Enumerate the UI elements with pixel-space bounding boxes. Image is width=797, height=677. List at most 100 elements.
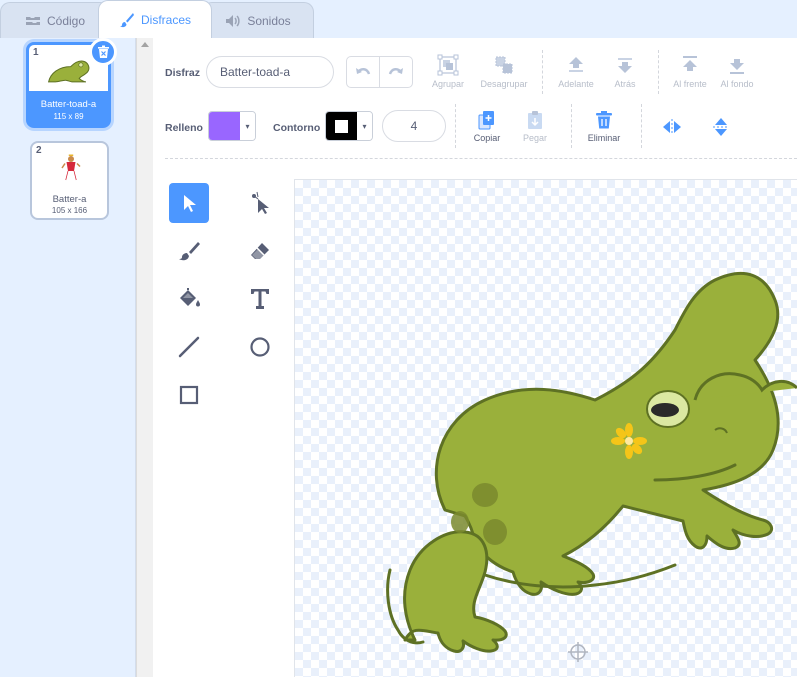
outline-width-input[interactable]: 4 (382, 110, 446, 142)
forward-button[interactable]: Adelante (553, 54, 599, 89)
forward-label: Adelante (558, 79, 594, 89)
circle-tool[interactable] (240, 327, 280, 367)
fill-label: Relleno (165, 122, 203, 134)
tab-sounds-label: Sonidos (247, 13, 291, 28)
redo-button[interactable] (379, 56, 413, 88)
toolbar-divider (641, 104, 642, 148)
backward-label: Atrás (614, 79, 636, 89)
tab-code-label: Código (46, 13, 86, 28)
group-label: Agrupar (431, 79, 465, 89)
toad-thumbnail (47, 60, 90, 83)
speaker-icon (226, 14, 240, 27)
canvas-center-crosshair (568, 642, 588, 662)
trash-icon (97, 45, 109, 58)
flip-horizontal-icon (663, 119, 681, 135)
delete-button[interactable]: Eliminar (581, 110, 627, 143)
fill-color-swatch (209, 112, 240, 140)
caret-down-icon: ▾ (357, 112, 372, 140)
outline-color-swatch (326, 112, 357, 140)
undo-button[interactable] (346, 56, 380, 88)
paint-editor: Disfraz Batter-toad-a Agrupar Desagrupar… (153, 38, 797, 677)
copy-button[interactable]: Copiar (467, 110, 507, 143)
arrow-to-top-icon (683, 56, 697, 71)
caret-down-icon: ▾ (240, 112, 255, 140)
code-blocks-icon (25, 16, 40, 25)
toolbar-separator (165, 158, 797, 159)
costume-number: 2 (36, 145, 42, 156)
costume-size: 115 x 89 (53, 112, 84, 121)
batter-thumbnail (61, 154, 81, 181)
back-label: Al fondo (720, 79, 754, 89)
eraser-icon (251, 243, 269, 259)
brush-icon (179, 242, 200, 261)
tab-sounds[interactable]: Sonidos (202, 2, 314, 38)
outline-label: Contorno (273, 122, 321, 134)
brush-tool[interactable] (169, 231, 209, 271)
costume-name: Batter-toad-a (40, 99, 97, 110)
flip-vertical-icon (713, 118, 729, 136)
costume-list-scrollbar[interactable] (136, 38, 153, 677)
costume-name-value: Batter-toad-a (220, 65, 291, 79)
toolbar-divider (542, 50, 543, 94)
editor-tabs-bar: Código Disfraces Sonidos (0, 0, 797, 38)
costume-name-input[interactable]: Batter-toad-a (206, 56, 334, 88)
scroll-up-arrow[interactable] (141, 42, 149, 47)
rectangle-icon (179, 385, 199, 405)
costume-list (0, 38, 136, 677)
eraser-tool[interactable] (240, 231, 280, 271)
front-button[interactable]: Al frente (667, 54, 713, 89)
reshape-cursor-icon (252, 191, 269, 214)
paintbrush-icon (119, 12, 134, 27)
rectangle-tool[interactable] (169, 375, 209, 415)
trash-icon (596, 111, 612, 129)
costume-number: 1 (33, 47, 39, 58)
copy-label: Copiar (473, 133, 501, 143)
costume-item-2[interactable]: 2 Batter-a 105 x 166 (30, 141, 109, 220)
tab-code[interactable]: Código (0, 2, 110, 38)
line-icon (178, 336, 200, 358)
tab-costumes-label: Disfraces (140, 12, 191, 27)
fill-tool[interactable] (169, 279, 209, 319)
text-tool[interactable] (240, 279, 280, 319)
select-tool[interactable] (169, 183, 209, 223)
outline-color-picker[interactable]: ▾ (325, 111, 373, 141)
toolbar-divider (571, 104, 572, 148)
front-label: Al frente (673, 79, 707, 89)
arrow-cursor-icon (184, 195, 196, 212)
line-tool[interactable] (169, 327, 209, 367)
delete-costume-button[interactable] (89, 38, 117, 66)
back-button[interactable]: Al fondo (715, 54, 759, 89)
paint-bucket-icon (180, 288, 200, 307)
group-button[interactable]: Agrupar (426, 54, 470, 89)
arrow-down-icon (618, 58, 632, 73)
circle-icon (250, 337, 270, 357)
toad-costume-drawing (386, 271, 797, 662)
outline-width-value: 4 (410, 119, 418, 133)
arrow-to-bottom-icon (730, 59, 744, 74)
paste-button[interactable]: Pegar (515, 110, 555, 143)
toolbar-divider (455, 104, 456, 148)
costume-size: 105 x 166 (51, 206, 88, 215)
flip-horizontal-button[interactable] (659, 114, 685, 140)
redo-icon (388, 68, 403, 75)
fill-color-picker[interactable]: ▾ (208, 111, 256, 141)
arrow-up-icon (569, 57, 583, 72)
tab-costumes[interactable]: Disfraces (98, 0, 212, 38)
delete-label: Eliminar (587, 133, 621, 143)
paste-label: Pegar (522, 133, 548, 143)
drawing-canvas[interactable] (294, 179, 797, 677)
text-t-icon (251, 289, 269, 309)
undo-icon (356, 68, 371, 75)
group-icon (437, 54, 459, 76)
paste-icon (528, 111, 542, 129)
backward-button[interactable]: Atrás (603, 54, 647, 89)
copy-icon (478, 111, 494, 130)
reshape-tool[interactable] (240, 183, 280, 223)
flip-vertical-button[interactable] (708, 114, 734, 140)
ungroup-button[interactable]: Desagrupar (475, 54, 533, 89)
toolbar-divider (658, 50, 659, 94)
costume-name: Batter-a (52, 194, 87, 205)
costume-name-label: Disfraz (165, 67, 201, 79)
ungroup-label: Desagrupar (480, 79, 528, 89)
ungroup-icon (495, 56, 513, 74)
